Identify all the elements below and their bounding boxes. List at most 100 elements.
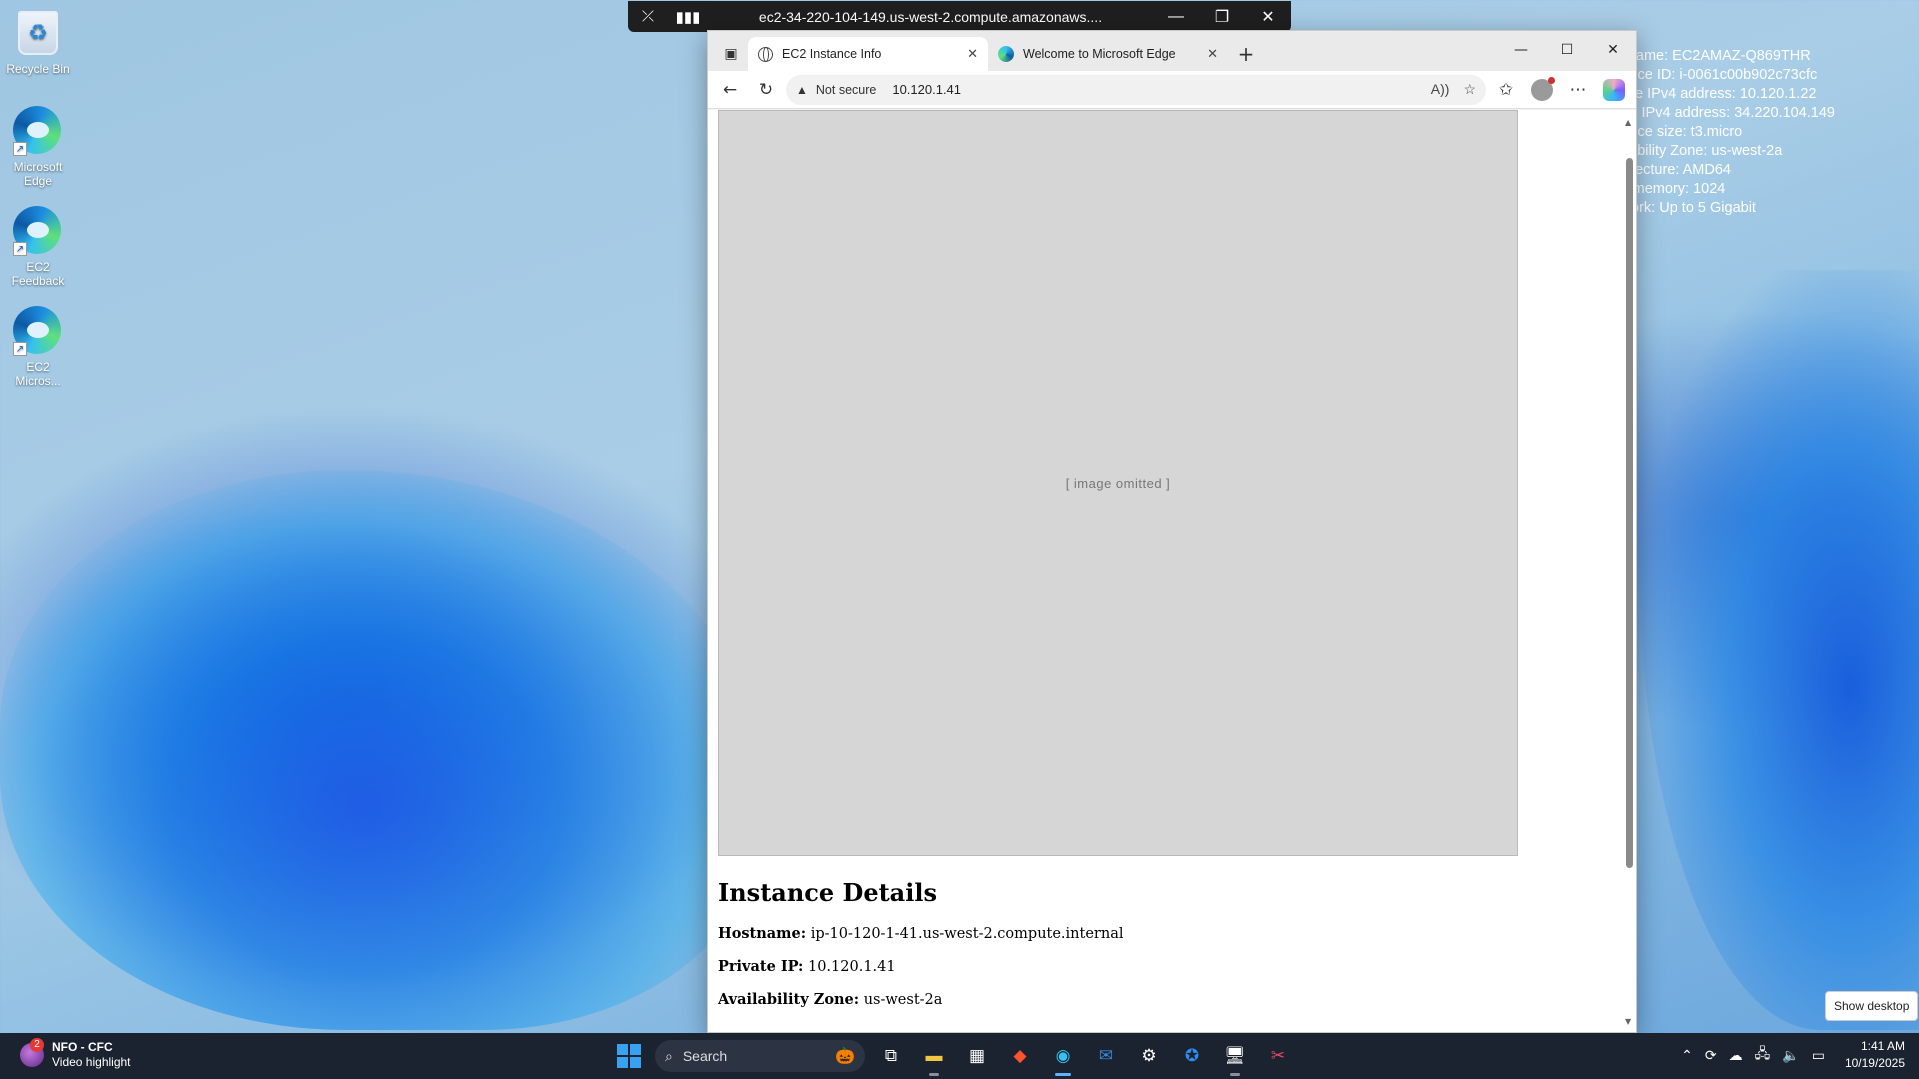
profile-button[interactable]: [1526, 74, 1558, 106]
outlook-icon[interactable]: ✉: [1089, 1039, 1123, 1073]
edge-icon: [998, 46, 1014, 62]
shortcut-arrow-icon: ↗: [13, 242, 27, 256]
start-button[interactable]: [612, 1039, 646, 1073]
message-icon[interactable]: ▭: [1812, 1047, 1825, 1064]
refresh-button[interactable]: ↻: [750, 74, 782, 106]
scroll-thumb[interactable]: [1626, 158, 1633, 869]
bginfo-line: Public IPv4 address: 34.220.104.149: [1628, 105, 1835, 121]
bginfo-overlay: Hostname: EC2AMAZ-Q869THR Instance ID: i…: [1628, 47, 1919, 218]
close-tab-icon[interactable]: ✕: [1207, 46, 1218, 62]
page-viewport[interactable]: [ image omitted ] Instance Details Hostn…: [708, 110, 1636, 1032]
favorites-icon[interactable]: ✩: [1490, 74, 1522, 106]
edge-browser-window: ▣ EC2 Instance Info ✕ Welcome to Microso…: [707, 30, 1637, 1033]
desktop-icon-ec2-feedback[interactable]: ↗ EC2 Feedback: [4, 206, 72, 288]
desktop-icon-label: Recycle Bin: [6, 62, 70, 76]
remote-desktop-icon[interactable]: 🖥: [1218, 1039, 1252, 1076]
security-indicator[interactable]: Not secure: [816, 83, 876, 97]
minimize-button[interactable]: —: [1153, 8, 1199, 26]
wallpaper-swirl-right: [1640, 270, 1919, 1030]
chevron-up-icon[interactable]: ⌃: [1681, 1047, 1693, 1064]
bginfo-line: Private IPv4 address: 10.120.1.22: [1628, 86, 1817, 102]
edge-icon: ↗: [13, 206, 63, 256]
unpin-icon[interactable]: ⤫: [628, 8, 668, 25]
maximize-button[interactable]: ☐: [1544, 31, 1590, 69]
search-label: Search: [682, 1048, 728, 1064]
search-highlight-icon: 🎃: [835, 1048, 855, 1065]
clock-time: 1:41 AM: [1860, 1039, 1905, 1053]
detail-label: Private IP:: [718, 958, 804, 975]
shortcut-arrow-icon: ↗: [13, 342, 27, 356]
favorite-star-icon[interactable]: ☆: [1463, 81, 1476, 98]
file-explorer-icon[interactable]: ▬: [917, 1039, 951, 1076]
close-button[interactable]: ✕: [1590, 31, 1636, 69]
taskbar-search[interactable]: ⌕ Search 🎃: [655, 1040, 865, 1072]
more-options-icon[interactable]: ⋯: [1562, 74, 1594, 106]
window-controls: — ☐ ✕: [1498, 31, 1636, 69]
detail-row: Availability Zone: us-west-2a: [718, 991, 1626, 1008]
close-tab-icon[interactable]: ✕: [967, 46, 978, 62]
back-button[interactable]: ←: [714, 74, 746, 106]
network-icon[interactable]: 🖧: [1755, 1043, 1771, 1067]
vertical-scrollbar[interactable]: ▲ ▼: [1624, 118, 1634, 1026]
onedrive-icon[interactable]: ☁: [1729, 1047, 1743, 1064]
tab-ec2-instance-info[interactable]: EC2 Instance Info ✕: [748, 37, 988, 71]
tab-actions-icon[interactable]: ▣: [714, 37, 748, 71]
bginfo-line: Total memory: 1024: [1628, 181, 1726, 197]
widget-subtitle: Video highlight: [52, 1055, 131, 1069]
tab-welcome-edge[interactable]: Welcome to Microsoft Edge ✕: [988, 37, 1228, 71]
tab-strip: ▣ EC2 Instance Info ✕ Welcome to Microso…: [708, 31, 1636, 71]
taskbar-clock[interactable]: 1:41 AM 10/19/2025: [1845, 1038, 1905, 1072]
safari-compass-icon[interactable]: ✪: [1175, 1039, 1209, 1073]
bginfo-line: Instance ID: i-0061c00b902c73cfc: [1628, 67, 1818, 83]
sync-icon[interactable]: ⟳: [1705, 1047, 1717, 1064]
edge-icon: ↗: [13, 106, 63, 156]
url-text[interactable]: 10.120.1.41: [892, 82, 961, 97]
detail-row: Private IP: 10.120.1.41: [718, 958, 1626, 975]
edge-icon: ↗: [13, 306, 63, 356]
detail-label: Hostname:: [718, 925, 807, 942]
detail-row: Hostname: ip-10-120-1-41.us-west-2.compu…: [718, 925, 1626, 942]
taskbar-apps: ⌕ Search 🎃 ⧉ ▬ ▦ ◆ ◉ ✉ ⚙ ✪ 🖥 ✂: [612, 1039, 1295, 1076]
desktop-icon-microsoft-edge[interactable]: ↗ Microsoft Edge: [4, 106, 72, 188]
volume-icon[interactable]: 🔈: [1782, 1047, 1799, 1064]
avatar: [1531, 76, 1555, 101]
settings-gear-icon[interactable]: ⚙: [1132, 1039, 1166, 1073]
recycle-bin-icon: ♻: [13, 8, 63, 58]
detail-value: us-west-2a: [863, 992, 943, 1008]
copilot-button[interactable]: [1598, 74, 1630, 106]
copilot-icon: [1603, 78, 1625, 101]
desktop-icon-label: EC2 Feedback: [11, 260, 65, 288]
notification-badge: 2: [30, 1038, 44, 1052]
tab-label: Welcome to Microsoft Edge: [1023, 47, 1176, 61]
search-icon: ⌕: [665, 1047, 673, 1064]
desktop-icon-ec2-micros[interactable]: ↗ EC2 Micros...: [4, 306, 72, 388]
brave-browser-icon[interactable]: ◆: [1003, 1039, 1037, 1073]
desktop-icon-label: Microsoft Edge: [13, 160, 63, 188]
connection-quality-icon[interactable]: ▮▮▮: [668, 8, 708, 26]
detail-value: 10.120.1.41: [807, 959, 896, 975]
scroll-up-icon[interactable]: ▲: [1625, 118, 1631, 127]
desktop-icon-label: EC2 Micros...: [15, 360, 61, 388]
minimize-button[interactable]: —: [1498, 31, 1544, 69]
microsoft-store-icon[interactable]: ▦: [960, 1039, 994, 1073]
new-tab-button[interactable]: +: [1228, 37, 1264, 71]
read-aloud-icon[interactable]: A)): [1431, 81, 1450, 98]
bginfo-line: Availability Zone: us-west-2a: [1628, 143, 1783, 159]
task-view-icon[interactable]: ⧉: [874, 1039, 908, 1073]
widgets-button[interactable]: 2 NFO - CFC Video highlight: [20, 1038, 131, 1070]
page-heading: Instance Details: [718, 878, 937, 907]
widget-icon: 2: [20, 1038, 44, 1067]
bginfo-line: Network: Up to 5 Gigabit: [1628, 200, 1756, 216]
snipping-tool-icon[interactable]: ✂: [1261, 1039, 1295, 1073]
detail-label: Availability Zone:: [718, 991, 860, 1008]
bginfo-line: Hostname: EC2AMAZ-Q869THR: [1628, 48, 1811, 64]
warning-icon: ▲: [796, 82, 808, 97]
rdp-title: ec2-34-220-104-149.us-west-2.compute.ama…: [758, 8, 1103, 25]
close-button[interactable]: ✕: [1245, 7, 1291, 27]
restore-button[interactable]: ❐: [1199, 7, 1245, 27]
scroll-down-icon[interactable]: ▼: [1625, 1017, 1631, 1026]
desktop-icon-recycle-bin[interactable]: ♻ Recycle Bin: [4, 8, 72, 76]
address-bar[interactable]: ▲ Not secure 10.120.1.41 A)) ☆: [786, 74, 1486, 105]
edge-taskbar-icon[interactable]: ◉: [1046, 1039, 1080, 1076]
bginfo-line: Instance size: t3.micro: [1628, 124, 1743, 140]
